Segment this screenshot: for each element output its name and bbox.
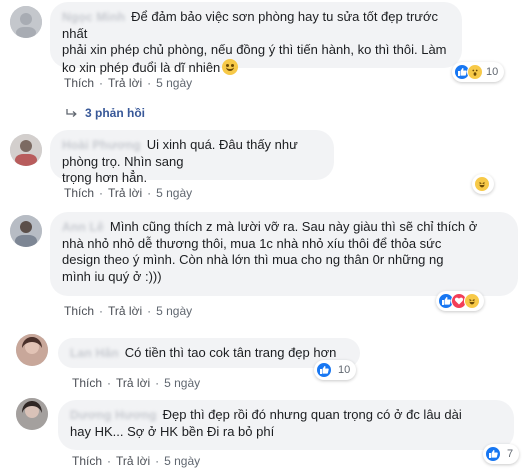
- comment-actions: Thích · Trả lời · 5 ngày: [64, 186, 192, 200]
- reaction-summary[interactable]: 10: [452, 62, 505, 82]
- comment-author[interactable]: Dương Hương: [70, 407, 157, 424]
- avatar[interactable]: [10, 134, 42, 166]
- reaction-summary[interactable]: [436, 291, 484, 311]
- reaction-count: 10: [338, 364, 351, 376]
- avatar-photo-icon: [10, 215, 42, 247]
- separator: ·: [147, 76, 152, 90]
- like-reaction-icon: [485, 446, 501, 462]
- comment-bubble: Dương Hương Đẹp thì đẹp rồi đó nhưng quan…: [58, 400, 514, 450]
- like-link[interactable]: Thích: [72, 376, 102, 390]
- comment-author[interactable]: Lan Hân: [70, 345, 119, 362]
- smile-emoji-icon: [222, 58, 239, 75]
- separator: ·: [99, 76, 104, 90]
- reply-link[interactable]: Trả lời: [108, 304, 142, 318]
- comment-author[interactable]: Hoài Phương: [62, 137, 141, 154]
- comment-author[interactable]: Ngọc Minh: [62, 9, 125, 26]
- haha-reaction-icon: [464, 293, 480, 309]
- avatar[interactable]: [10, 215, 42, 247]
- reaction-summary[interactable]: [472, 174, 494, 194]
- separator: ·: [155, 454, 160, 468]
- separator: ·: [99, 186, 104, 200]
- avatar[interactable]: [16, 334, 48, 366]
- reaction-count: 7: [507, 448, 514, 460]
- view-replies-link[interactable]: 3 phản hồi: [66, 106, 145, 120]
- avatar[interactable]: [10, 6, 42, 38]
- reply-link[interactable]: Trả lời: [116, 376, 150, 390]
- separator: ·: [99, 304, 104, 318]
- reply-link[interactable]: Trả lời: [108, 186, 142, 200]
- like-reaction-icon: [316, 362, 332, 378]
- reply-link[interactable]: Trả lời: [108, 76, 142, 90]
- separator: ·: [107, 454, 112, 468]
- separator: ·: [147, 186, 152, 200]
- comment-actions: Thích · Trả lời · 5 ngày: [64, 76, 192, 90]
- like-link[interactable]: Thích: [64, 304, 94, 318]
- comment-actions: Thích · Trả lời · 5 ngày: [64, 304, 192, 318]
- avatar-photo-icon: [10, 6, 42, 38]
- comment-bubble: Hoài Phương Ui xinh quá. Đâu thấy như phò…: [50, 130, 334, 185]
- timestamp[interactable]: 5 ngày: [164, 454, 200, 468]
- comment-actions: Thích · Trả lời · 5 ngày: [72, 454, 200, 468]
- like-link[interactable]: Thích: [64, 76, 94, 90]
- timestamp[interactable]: 5 ngày: [156, 76, 192, 90]
- reply-arrow-icon: [66, 108, 77, 118]
- comment-text: Mình cũng thích z mà lười vỡ ra. Sau này…: [62, 219, 478, 284]
- comment-bubble: Ann Lê Mình cũng thích z mà lười vỡ ra. S…: [50, 212, 518, 296]
- comment-author[interactable]: Ann Lê: [62, 219, 104, 236]
- wow-reaction-icon: [467, 64, 483, 80]
- separator: ·: [147, 304, 152, 318]
- avatar-photo-icon: [10, 134, 42, 166]
- haha-reaction-icon: [474, 176, 490, 192]
- avatar[interactable]: [16, 398, 48, 430]
- comment-text: Có tiền thì tao cok tân trang đẹp hơn: [124, 345, 337, 360]
- reaction-summary[interactable]: 7: [483, 444, 520, 464]
- replies-count-label[interactable]: 3 phản hồi: [85, 106, 145, 120]
- timestamp[interactable]: 5 ngày: [156, 186, 192, 200]
- avatar-photo-icon: [16, 334, 48, 366]
- like-link[interactable]: Thích: [72, 454, 102, 468]
- avatar-photo-icon: [16, 398, 48, 430]
- separator: ·: [107, 376, 112, 390]
- like-link[interactable]: Thích: [64, 186, 94, 200]
- reaction-count: 10: [486, 66, 499, 78]
- comment-bubble: Ngọc Minh Để đảm bảo việc sơn phòng hay t…: [50, 2, 462, 75]
- reply-link[interactable]: Trả lời: [116, 454, 150, 468]
- timestamp[interactable]: 5 ngày: [156, 304, 192, 318]
- comment-actions: Thích · Trả lời · 5 ngày: [72, 376, 200, 390]
- separator: ·: [155, 376, 160, 390]
- timestamp[interactable]: 5 ngày: [164, 376, 200, 390]
- reaction-summary[interactable]: 10: [314, 360, 357, 380]
